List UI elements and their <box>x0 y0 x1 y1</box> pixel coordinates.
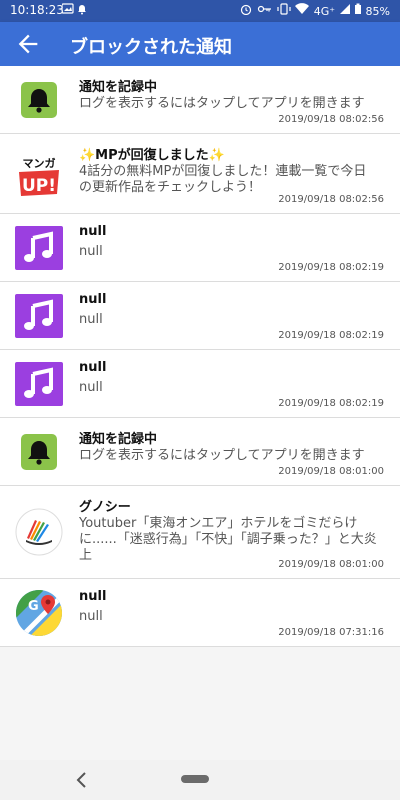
notification-item[interactable]: 通知を記録中 ログを表示するにはタップしてアプリを開きます 2019/09/18… <box>0 66 400 134</box>
notification-time: 2019/09/18 07:31:16 <box>278 627 384 638</box>
notification-time: 2019/09/18 08:02:19 <box>278 262 384 273</box>
key-icon <box>258 5 272 13</box>
notification-time: 2019/09/18 08:02:19 <box>278 330 384 341</box>
notification-body: ログを表示するにはタップしてアプリを開きます <box>79 96 365 111</box>
notification-time: 2019/09/18 08:02:19 <box>278 398 384 409</box>
blocked-notification-list: 通知を記録中 ログを表示するにはタップしてアプリを開きます 2019/09/18… <box>0 66 400 647</box>
page-title: ブロックされた通知 <box>70 37 232 58</box>
notification-item[interactable]: null null 2019/09/18 08:02:19 <box>0 282 400 350</box>
music-app-icon <box>15 360 63 408</box>
notification-body: Youtuber「東海オンエア」ホテルをゴミだらけに......「迷惑行為」「不… <box>79 516 377 563</box>
signal-icon <box>339 4 350 14</box>
notification-body: 4話分の無料MPが回復しました！連載一覧で今日の更新作品をチェックしよう！ <box>79 164 367 195</box>
notification-time: 2019/09/18 08:01:00 <box>278 466 384 477</box>
status-right-group: 4G⁺ 85% <box>238 3 390 18</box>
bell-app-icon <box>15 428 63 476</box>
bell-app-icon <box>15 76 63 124</box>
vibrate-icon <box>277 3 291 15</box>
notification-title: null <box>79 360 107 375</box>
notification-body: ログを表示するにはタップしてアプリを開きます <box>79 448 365 463</box>
notification-title: null <box>79 292 107 307</box>
notification-item[interactable]: 通知を記録中 ログを表示するにはタップしてアプリを開きます 2019/09/18… <box>0 418 400 486</box>
svg-text:UP!: UP! <box>22 176 56 196</box>
notification-item[interactable]: G null null 2019/09/18 07:31:16 <box>0 579 400 647</box>
notification-title: グノシー <box>79 500 131 515</box>
notification-body: null <box>79 380 103 395</box>
back-arrow-icon[interactable] <box>14 30 42 58</box>
notification-status-icons <box>61 3 88 18</box>
notification-title: 通知を記録中 <box>79 80 158 95</box>
app-bar: ブロックされた通知 <box>0 22 400 66</box>
notification-time: 2019/09/18 08:02:56 <box>278 194 384 205</box>
battery-percent: 85% <box>365 5 390 18</box>
status-bar: 10:18:23 4G⁺ 85% <box>0 0 400 22</box>
google-maps-icon: G <box>15 589 63 637</box>
notification-body: null <box>79 244 103 259</box>
notification-item[interactable]: グノシー Youtuber「東海オンエア」ホテルをゴミだらけに......「迷惑… <box>0 486 400 579</box>
gunosy-app-icon <box>15 508 63 556</box>
music-app-icon <box>15 224 63 272</box>
wifi-icon <box>295 3 310 15</box>
svg-text:G: G <box>28 599 39 614</box>
notification-item[interactable]: null null 2019/09/18 08:02:19 <box>0 214 400 282</box>
nav-back-icon[interactable] <box>72 770 92 790</box>
alarm-icon <box>240 4 251 16</box>
music-app-icon <box>15 292 63 340</box>
notification-body: null <box>79 312 103 327</box>
network-type: 4G⁺ <box>313 5 336 18</box>
notification-body: null <box>79 609 103 624</box>
notification-time: 2019/09/18 08:02:56 <box>278 114 384 125</box>
notification-item[interactable]: マンガ UP! ✨MPが回復しました✨ 4話分の無料MPが回復しました！連載一覧… <box>0 134 400 214</box>
status-time: 10:18:23 <box>10 3 64 17</box>
notification-time: 2019/09/18 08:01:00 <box>278 559 384 570</box>
battery-icon <box>355 3 362 14</box>
svg-text:マンガ: マンガ <box>23 156 56 170</box>
system-navigation-bar <box>0 760 400 800</box>
notification-item[interactable]: null null 2019/09/18 08:02:19 <box>0 350 400 418</box>
notification-title: null <box>79 224 107 239</box>
nav-home-pill[interactable] <box>181 775 209 783</box>
notification-title: ✨MPが回復しました✨ <box>79 148 225 163</box>
manga-up-app-icon: マンガ UP! <box>15 150 63 198</box>
notification-title: null <box>79 589 107 604</box>
notification-title: 通知を記録中 <box>79 432 158 447</box>
